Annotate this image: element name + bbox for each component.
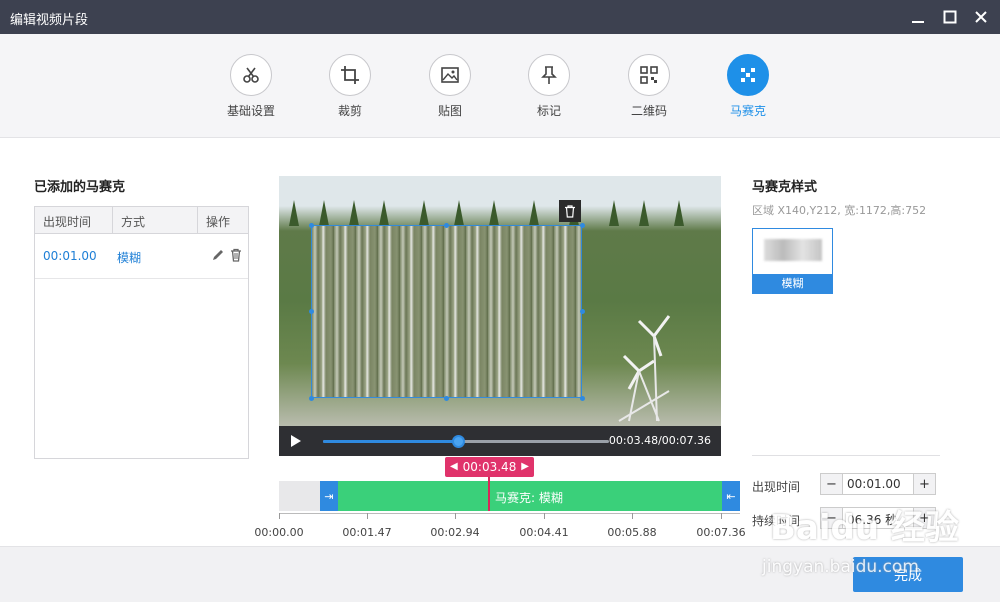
resize-handle[interactable] bbox=[309, 223, 314, 228]
ruler-tick bbox=[455, 513, 456, 519]
blur-preview bbox=[764, 239, 822, 261]
column-header-mode: 方式 bbox=[121, 215, 146, 229]
ruler-tick-label: 00:01.47 bbox=[342, 526, 392, 539]
edit-icon[interactable] bbox=[211, 248, 225, 262]
close-icon[interactable] bbox=[970, 6, 992, 28]
watermark-url: jingyan.baidu.com bbox=[762, 557, 919, 577]
trash-icon bbox=[565, 204, 575, 218]
window-title: 编辑视频片段 bbox=[10, 13, 89, 28]
tab-label: 二维码 bbox=[630, 104, 667, 118]
increment-button[interactable]: + bbox=[913, 474, 935, 494]
timeline-playhead[interactable] bbox=[488, 477, 490, 511]
crop-icon bbox=[329, 54, 371, 96]
column-header-time: 出现时间 bbox=[43, 215, 92, 229]
tab-label: 马赛克 bbox=[729, 104, 766, 118]
list-item[interactable]: 00:01.00 模糊 bbox=[35, 234, 248, 279]
tab-label: 基础设置 bbox=[226, 104, 275, 118]
tab-label: 裁剪 bbox=[337, 104, 362, 118]
tab-sticker[interactable]: 贴图 bbox=[410, 54, 490, 119]
mosaic-region[interactable] bbox=[311, 225, 582, 398]
clip-end-handle[interactable]: ⇤ bbox=[722, 481, 740, 511]
pin-icon bbox=[528, 54, 570, 96]
ruler-tick bbox=[721, 513, 722, 519]
play-icon[interactable] bbox=[287, 433, 303, 449]
ruler-tick bbox=[544, 513, 545, 519]
column-header-action: 操作 bbox=[206, 215, 231, 229]
mosaic-style-title: 马赛克样式 bbox=[752, 180, 818, 195]
item-mode: 模糊 bbox=[117, 251, 142, 265]
delete-icon[interactable] bbox=[229, 248, 243, 262]
qrcode-icon bbox=[628, 54, 670, 96]
mosaic-list: 出现时间 方式 操作 00:01.00 模糊 bbox=[34, 206, 249, 459]
tab-label: 贴图 bbox=[437, 104, 462, 118]
ruler-tick-label: 00:04.41 bbox=[519, 526, 569, 539]
clip-start-handle[interactable]: ⇥ bbox=[320, 481, 338, 511]
tab-qrcode[interactable]: 二维码 bbox=[609, 54, 689, 119]
seek-bar[interactable] bbox=[323, 435, 609, 448]
ruler-tick bbox=[279, 513, 280, 519]
ruler-tick-label: 00:02.94 bbox=[430, 526, 480, 539]
tab-mosaic[interactable]: 马赛克 bbox=[708, 54, 788, 119]
resize-handle[interactable] bbox=[444, 223, 449, 228]
image-icon bbox=[429, 54, 471, 96]
time-display: 00:03.48/00:07.36 bbox=[608, 434, 711, 447]
maximize-icon[interactable] bbox=[939, 6, 961, 28]
remove-region-button[interactable] bbox=[559, 200, 581, 222]
mosaic-icon bbox=[727, 54, 769, 96]
step-forward-icon[interactable]: ▶ bbox=[521, 461, 529, 472]
playhead-time: 00:03.48 bbox=[462, 460, 517, 474]
seek-handle[interactable] bbox=[452, 435, 466, 448]
list-header: 出现时间 方式 操作 bbox=[35, 207, 248, 234]
ruler-tick-label: 00:00.00 bbox=[254, 526, 304, 539]
style-caption: 模糊 bbox=[753, 274, 832, 293]
player-controls: 00:03.48/00:07.36 bbox=[279, 426, 721, 456]
step-back-icon[interactable]: ◀ bbox=[450, 461, 458, 472]
scissors-icon bbox=[230, 54, 272, 96]
windmill-image bbox=[618, 315, 671, 422]
tab-label: 标记 bbox=[536, 104, 561, 118]
resize-handle[interactable] bbox=[444, 396, 449, 401]
appear-time-stepper[interactable]: − 00:01.00 + bbox=[820, 473, 936, 495]
appear-time-label: 出现时间 bbox=[752, 480, 801, 494]
resize-handle[interactable] bbox=[309, 396, 314, 401]
tab-toolbar: 基础设置 裁剪 贴图 标记 二维码 马赛克 bbox=[0, 34, 1000, 138]
watermark-logo: Baidu 经验 bbox=[770, 508, 959, 548]
region-info: 区域 X140,Y212, 宽:1172,高:752 bbox=[752, 204, 927, 217]
item-time: 00:01.00 bbox=[43, 249, 97, 263]
mosaic-list-title: 已添加的马赛克 bbox=[34, 180, 126, 195]
resize-handle[interactable] bbox=[580, 396, 585, 401]
tab-mark[interactable]: 标记 bbox=[509, 54, 589, 119]
resize-handle[interactable] bbox=[580, 223, 585, 228]
blur-style-option[interactable]: 模糊 bbox=[752, 228, 833, 294]
mosaic-clip[interactable]: ⇥ 马赛克: 模糊 ⇤ bbox=[320, 481, 740, 511]
ruler-tick-label: 00:07.36 bbox=[696, 526, 746, 539]
tab-crop[interactable]: 裁剪 bbox=[310, 54, 390, 119]
clip-label: 马赛克: 模糊 bbox=[495, 491, 563, 505]
title-bar: 编辑视频片段 bbox=[0, 0, 1000, 34]
ruler-tick-label: 00:05.88 bbox=[607, 526, 657, 539]
timeline-track[interactable]: ⇥ 马赛克: 模糊 ⇤ bbox=[279, 481, 740, 511]
tab-basic-settings[interactable]: 基础设置 bbox=[211, 54, 291, 119]
resize-handle[interactable] bbox=[309, 309, 314, 314]
decrement-button[interactable]: − bbox=[821, 474, 843, 494]
resize-handle[interactable] bbox=[580, 309, 585, 314]
minimize-icon[interactable] bbox=[907, 6, 929, 28]
playhead-time-label: ◀ 00:03.48 ▶ bbox=[445, 457, 534, 477]
divider bbox=[752, 455, 940, 456]
ruler-tick bbox=[367, 513, 368, 519]
ruler-tick bbox=[632, 513, 633, 519]
time-ruler bbox=[279, 513, 740, 521]
appear-time-value[interactable]: 00:01.00 bbox=[847, 477, 901, 491]
